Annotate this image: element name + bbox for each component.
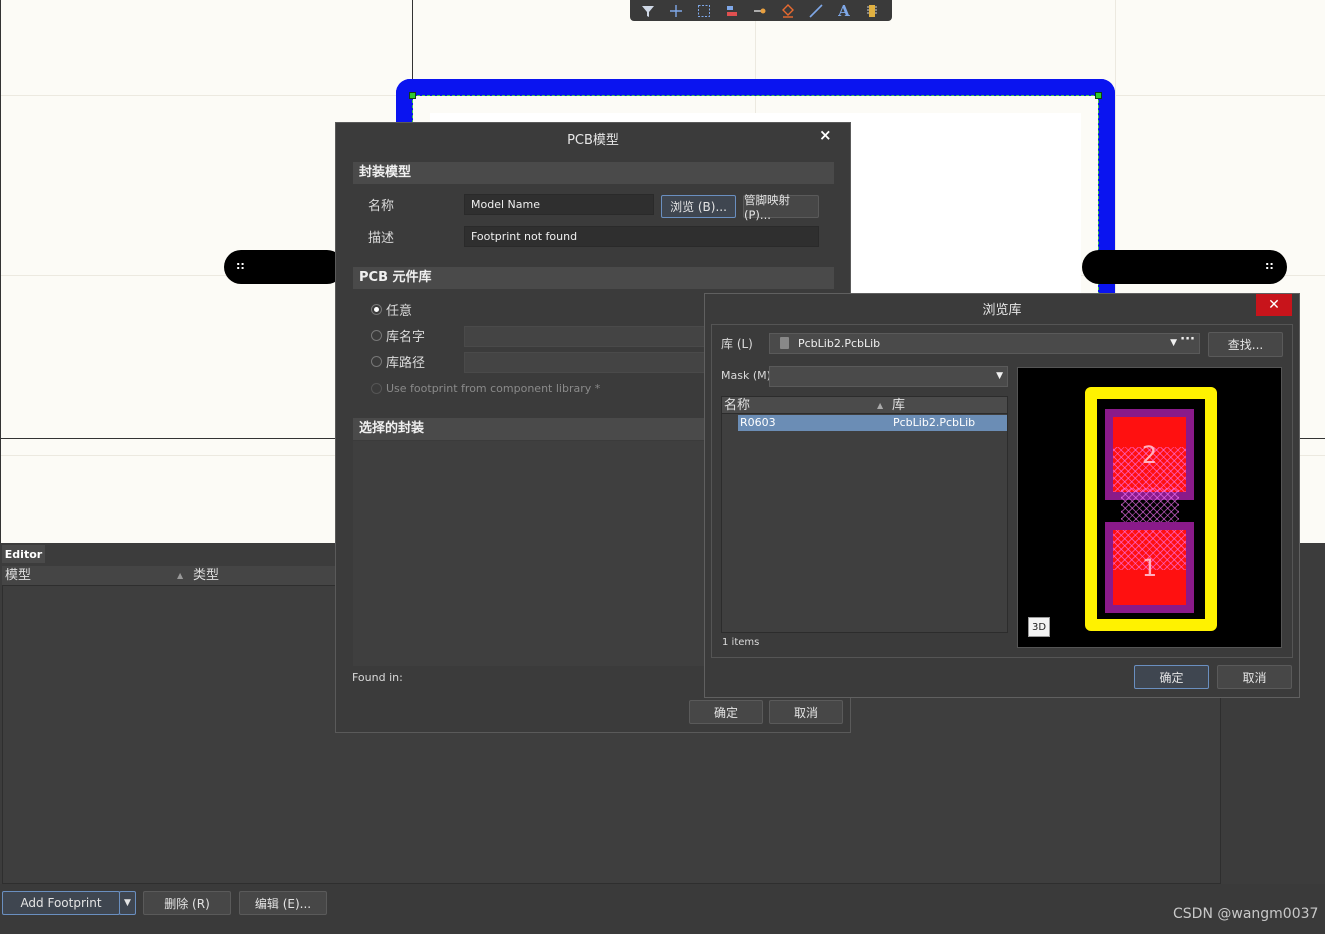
- list-item-library: PcbLib2.PcbLib: [893, 416, 976, 429]
- library-name-input[interactable]: [464, 326, 709, 347]
- footprint-preview: 2 1 3D: [1017, 367, 1282, 648]
- component-icon[interactable]: [860, 2, 884, 20]
- chevron-down-icon: ▼: [1170, 338, 1177, 348]
- library-select[interactable]: PcbLib2.PcbLib ▼ ···: [769, 330, 1200, 354]
- model-name-input[interactable]: Model Name: [464, 194, 654, 215]
- column-header-library[interactable]: 库: [890, 397, 1007, 414]
- column-header-model[interactable]: 模型 ▲: [2, 566, 190, 586]
- add-footprint-label: Add Footprint: [20, 896, 102, 910]
- section-footprint-model: 封装模型: [353, 162, 834, 184]
- courtyard-hatch: [1121, 488, 1179, 526]
- radio-library-path[interactable]: [371, 356, 382, 367]
- radio-any[interactable]: [371, 304, 382, 315]
- pad-2: 2: [1105, 409, 1194, 500]
- library-icon: [780, 337, 789, 349]
- chevron-down-icon: ▼: [124, 898, 131, 908]
- browse-button[interactable]: 浏览 (B)...: [661, 195, 736, 218]
- line-icon[interactable]: [804, 2, 828, 20]
- align-icon[interactable]: [720, 2, 744, 20]
- watermark: CSDN @wangm0037: [1173, 906, 1319, 922]
- chevron-down-icon: ▼: [996, 371, 1003, 381]
- pad-1: 1: [1105, 522, 1194, 613]
- more-icon[interactable]: ···: [1180, 330, 1195, 349]
- description-label: 描述: [368, 231, 395, 246]
- select-rect-icon[interactable]: [692, 2, 716, 20]
- radio-any-label: 任意: [386, 304, 413, 319]
- radio-library-path-label: 库路径: [386, 356, 426, 371]
- column-header-name[interactable]: 名称 ▲: [722, 397, 890, 414]
- column-header-name-label: 名称: [724, 398, 751, 413]
- pin-handle-left: ::: [236, 259, 245, 272]
- close-icon[interactable]: ×: [819, 126, 832, 144]
- section-pcb-library: PCB 元件库: [353, 267, 834, 289]
- add-footprint-button[interactable]: Add Footprint: [2, 891, 120, 915]
- sheet-border: [0, 0, 1, 545]
- column-header-model-label: 模型: [5, 568, 32, 583]
- sort-asc-icon: ▲: [877, 401, 884, 410]
- add-icon[interactable]: [664, 2, 688, 20]
- place-pin-icon[interactable]: [748, 2, 772, 20]
- column-header-type[interactable]: 类型: [190, 566, 336, 586]
- add-footprint-dropdown[interactable]: ▼: [119, 891, 136, 915]
- ok-button[interactable]: 确定: [689, 700, 763, 724]
- close-button[interactable]: ✕: [1256, 294, 1292, 316]
- 3d-view-button[interactable]: 3D: [1028, 617, 1050, 637]
- edit-button[interactable]: 编辑 (E)...: [239, 891, 327, 915]
- found-in-label: Found in:: [352, 671, 403, 684]
- delete-button[interactable]: 删除 (R): [143, 891, 231, 915]
- library-select-value: PcbLib2.PcbLib: [798, 337, 881, 350]
- items-count: 1 items: [722, 637, 760, 648]
- active-bar-toolbar: A: [630, 0, 892, 21]
- library-label: 库 (L): [721, 337, 753, 351]
- dialog-title: PCB模型: [567, 132, 619, 148]
- name-label: 名称: [368, 199, 395, 214]
- mask-input[interactable]: ▼: [769, 366, 1008, 387]
- ok-button[interactable]: 确定: [1134, 665, 1209, 689]
- footprint-list[interactable]: [721, 396, 1008, 633]
- description-input[interactable]: Footprint not found: [464, 226, 819, 247]
- library-path-input[interactable]: [464, 352, 709, 373]
- find-button[interactable]: 查找...: [1208, 332, 1283, 357]
- dialog-title: 浏览库: [982, 302, 1022, 318]
- radio-use-component-footprint[interactable]: [371, 383, 382, 394]
- pin-right[interactable]: ::: [1082, 250, 1287, 284]
- pin-handle-right: ::: [1265, 259, 1274, 272]
- pad-2-number: 2: [1141, 440, 1158, 469]
- close-icon: ✕: [1268, 297, 1280, 313]
- selection-handle[interactable]: [409, 92, 416, 99]
- cancel-button[interactable]: 取消: [769, 700, 843, 724]
- list-item-name: R0603: [740, 416, 776, 429]
- text-icon[interactable]: A: [832, 2, 856, 20]
- selection-handle[interactable]: [1095, 92, 1102, 99]
- use-footprint-label: Use footprint from component library *: [386, 382, 601, 395]
- list-item[interactable]: R0603 PcbLib2.PcbLib: [738, 415, 1007, 431]
- fill-icon[interactable]: [776, 2, 800, 20]
- pin-left[interactable]: ::: [224, 250, 344, 284]
- sort-asc-icon: ▲: [177, 571, 184, 580]
- pin-map-button[interactable]: 管脚映射 (P)...: [743, 193, 819, 222]
- cancel-button[interactable]: 取消: [1217, 665, 1292, 689]
- radio-library-name[interactable]: [371, 330, 382, 341]
- pad-1-number: 1: [1141, 553, 1158, 582]
- mask-label: Mask (M): [721, 369, 771, 382]
- filter-icon[interactable]: [636, 2, 660, 20]
- radio-library-name-label: 库名字: [386, 330, 426, 345]
- tab-editor[interactable]: Editor: [2, 545, 45, 563]
